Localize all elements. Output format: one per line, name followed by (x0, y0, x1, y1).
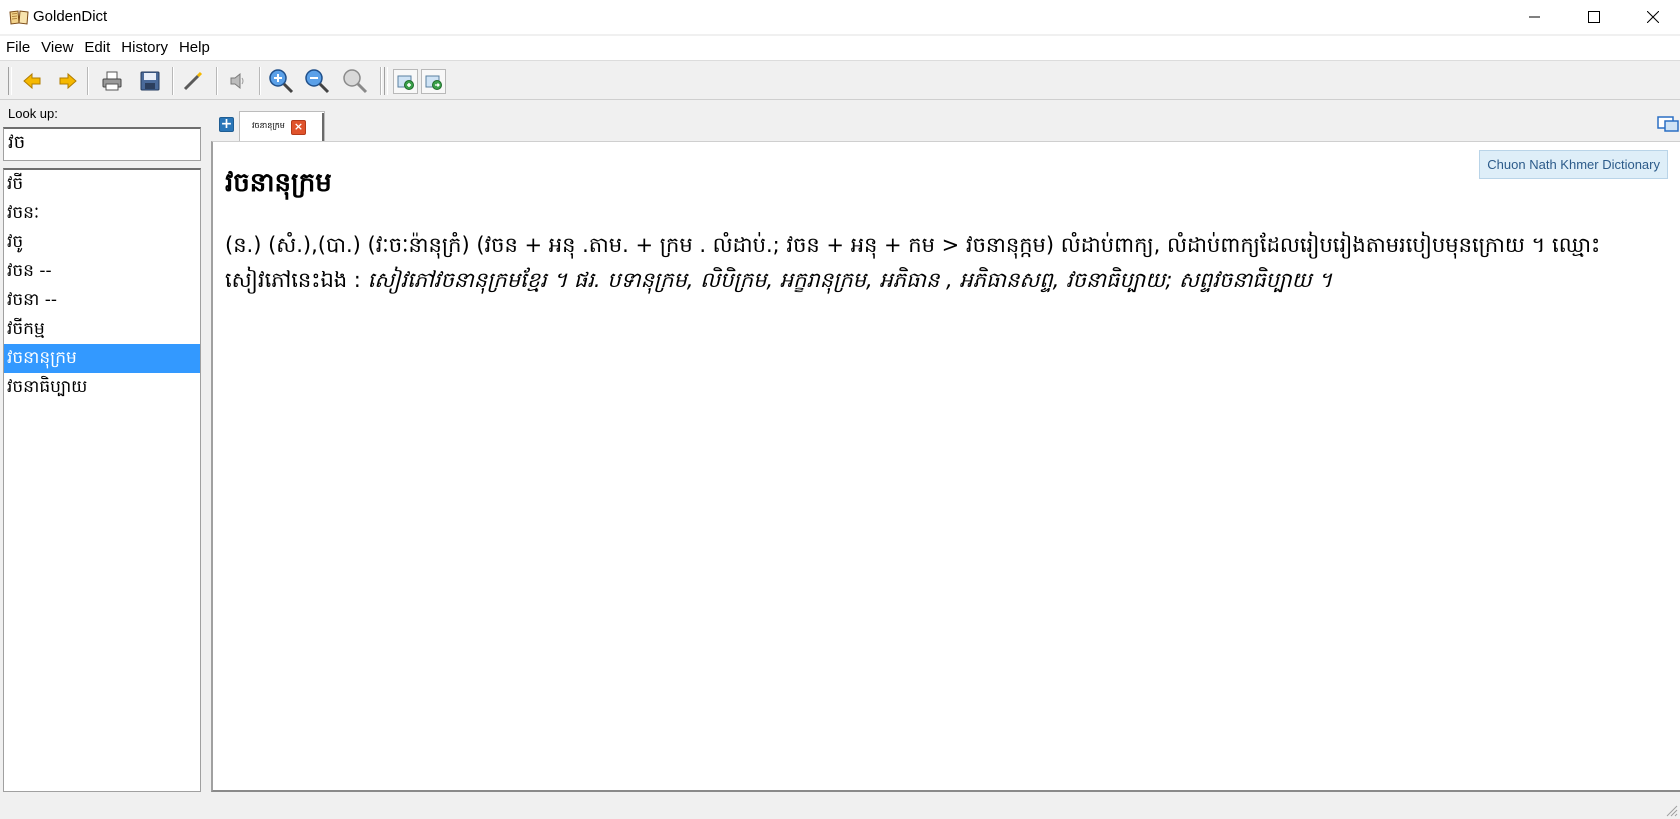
tab-active[interactable]: វចនានុក្រម × (239, 111, 325, 141)
zoom-out-icon (305, 69, 330, 94)
toolbar-separator (259, 67, 261, 95)
list-item[interactable]: វចីកម្ម (4, 315, 200, 344)
minimize-button[interactable] (1505, 0, 1564, 34)
print-icon (102, 71, 122, 91)
list-item[interactable]: វចនៈ (4, 199, 200, 228)
minimize-icon (1528, 16, 1540, 18)
show-main-window-button[interactable] (421, 69, 446, 94)
list-item[interactable]: វចនាធិប្បាយ (4, 373, 200, 402)
scan-popup-button[interactable] (393, 69, 418, 94)
menu-file[interactable]: File (2, 37, 34, 59)
search-input[interactable]: វច (3, 127, 201, 161)
toolbar-separator (87, 67, 89, 95)
speaker-icon (230, 72, 244, 90)
forward-button[interactable] (54, 67, 82, 95)
title-bar: GoldenDict (0, 0, 1680, 34)
menu-history[interactable]: History (117, 37, 172, 59)
back-arrow-icon (23, 72, 41, 90)
tab-divider (322, 113, 324, 141)
window-title: GoldenDict (33, 8, 108, 25)
zoom-in-button[interactable] (267, 67, 295, 95)
save-button[interactable] (136, 67, 164, 95)
toolbar (0, 60, 1680, 100)
maximize-button[interactable] (1564, 0, 1623, 34)
word-wizard-button[interactable] (179, 67, 207, 95)
toolbar-separator (216, 67, 218, 95)
pronounce-button[interactable] (224, 67, 252, 95)
zoom-reset-icon (343, 69, 368, 94)
list-item-selected[interactable]: វចនានុក្រម (4, 344, 200, 373)
save-icon (140, 71, 160, 91)
toolbar-separator (172, 67, 174, 95)
menu-help[interactable]: Help (175, 37, 214, 59)
headword: វចនានុក្រម (225, 168, 332, 198)
book-icon (9, 10, 29, 25)
article-view: Chuon Nath Khmer Dictionary វចនានុក្រម (… (211, 141, 1680, 792)
suggestion-list: វចី វចនៈ វចូ វចន -- វចនា -- វចីកម្ម វចនា… (3, 168, 201, 792)
tab-list-icon[interactable] (1657, 115, 1679, 133)
show-main-window-icon (425, 75, 442, 90)
list-item[interactable]: វចី (4, 170, 200, 199)
zoom-in-icon (269, 69, 294, 94)
status-bar (0, 795, 1680, 819)
scan-popup-icon (397, 75, 414, 90)
panel-splitter[interactable] (203, 100, 211, 795)
menu-edit[interactable]: Edit (80, 37, 114, 59)
dictionary-name-badge[interactable]: Chuon Nath Khmer Dictionary (1479, 150, 1668, 179)
definition-text: (ន.) (សំ.),(បា.) (វៈចៈន៉ានុក្រំ) (វចន + … (225, 228, 1665, 298)
print-button[interactable] (98, 67, 126, 95)
close-icon: × (293, 120, 304, 133)
goldendict-window: GoldenDict File View Edit History Help L… (0, 0, 1680, 819)
menu-view[interactable]: View (37, 37, 77, 59)
forward-arrow-icon (59, 72, 77, 90)
close-button[interactable] (1623, 0, 1680, 34)
tab-close-button[interactable]: × (291, 120, 306, 135)
zoom-out-button[interactable] (303, 67, 331, 95)
lookup-label: Look up: (8, 106, 58, 121)
tab-label: វចនានុក្រម (252, 121, 285, 130)
menu-bar: File View Edit History Help (0, 36, 1680, 60)
toolbar-grip[interactable] (384, 67, 388, 95)
tab-bar: + វចនានុក្រម × (211, 103, 1680, 141)
magic-wand-icon (183, 71, 203, 91)
resize-grip-icon[interactable] (1664, 803, 1678, 817)
list-item[interactable]: វចនា -- (4, 286, 200, 315)
new-tab-button[interactable]: + (219, 117, 234, 132)
definition-example: សៀវភៅវចនានុក្រមខ្មែរ ។ ផរ. បទានុក្រម, លិ… (367, 268, 1333, 292)
maximize-icon (1587, 11, 1600, 23)
toolbar-grip[interactable] (8, 67, 12, 95)
back-button[interactable] (18, 67, 46, 95)
close-icon (1646, 11, 1659, 23)
list-item[interactable]: វចូ (4, 228, 200, 257)
zoom-reset-button[interactable] (341, 67, 369, 95)
plus-icon: + (220, 116, 233, 132)
toolbar-separator (380, 67, 382, 95)
list-item[interactable]: វចន -- (4, 257, 200, 286)
